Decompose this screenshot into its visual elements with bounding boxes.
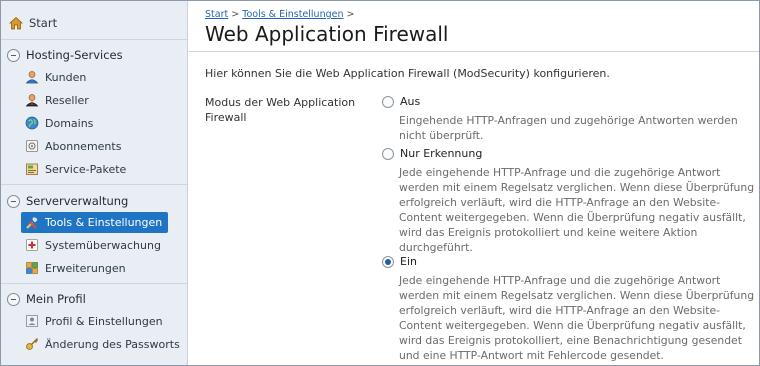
home-icon: [9, 16, 23, 30]
sidebar-item-profil-einstellungen[interactable]: Profil & Einstellungen: [25, 311, 163, 331]
sidebar-item-label: Reseller: [45, 93, 89, 107]
sidebar-item-domains[interactable]: Domains: [25, 113, 93, 133]
section-header-mein-profil[interactable]: Mein Profil: [7, 290, 86, 308]
radio-label: Ein: [400, 255, 417, 268]
tools-icon: [25, 216, 39, 230]
sidebar-item-label: Service-Pakete: [45, 162, 127, 176]
main-content: Start > Tools & Einstellungen > Web Appl…: [189, 1, 759, 365]
section-header-serververwaltung[interactable]: Serververwaltung: [7, 192, 128, 210]
sidebar-item-label: Änderung des Passworts: [45, 337, 180, 351]
monitoring-icon: [25, 238, 39, 252]
radio-option-ein[interactable]: Ein: [382, 255, 417, 268]
sidebar-item-kunden[interactable]: Kunden: [25, 67, 86, 87]
sidebar-item-start[interactable]: Start: [9, 13, 57, 33]
radio-option-nur-erkennung[interactable]: Nur Erkennung: [382, 147, 482, 160]
breadcrumb-tools-link[interactable]: Tools & Einstellungen: [242, 9, 343, 20]
sidebar-divider: [1, 283, 187, 284]
sidebar: Start Hosting-Services Kunden Reseller D…: [1, 1, 188, 365]
option-description-nur-erkennung: Jede eingehende HTTP-Anfrage und die zug…: [399, 166, 755, 254]
radio-button-ein[interactable]: [382, 255, 394, 268]
section-title: Serververwaltung: [26, 194, 129, 208]
sidebar-item-label: Abonnements: [45, 139, 122, 153]
section-header-hosting-services[interactable]: Hosting-Services: [7, 46, 123, 64]
breadcrumb-separator: >: [346, 9, 355, 20]
section-title: Hosting-Services: [26, 48, 123, 62]
profile-icon: [25, 314, 39, 328]
breadcrumb-start-link[interactable]: Start: [205, 9, 228, 20]
package-icon: [25, 162, 39, 176]
breadcrumb: Start > Tools & Einstellungen >: [205, 9, 355, 20]
app-frame: Start Hosting-Services Kunden Reseller D…: [0, 0, 760, 366]
section-title: Mein Profil: [26, 292, 86, 306]
user-icon: [25, 70, 39, 84]
sidebar-item-reseller[interactable]: Reseller: [25, 90, 89, 110]
collapse-icon: [7, 194, 20, 208]
page-title: Web Application Firewall: [205, 22, 449, 46]
sidebar-item-passwort[interactable]: Änderung des Passworts: [25, 334, 180, 354]
waf-mode-label: Modus der Web Application Firewall: [205, 96, 356, 124]
sidebar-item-label: Domains: [45, 116, 94, 130]
radio-option-aus[interactable]: Aus: [382, 95, 420, 108]
radio-label: Aus: [400, 95, 421, 108]
sidebar-item-label: Profil & Einstellungen: [45, 314, 163, 328]
collapse-icon: [7, 292, 20, 306]
radio-button-nur-erkennung[interactable]: [382, 147, 394, 160]
sidebar-item-label: Tools & Einstellungen: [45, 216, 163, 229]
sidebar-item-abonnements[interactable]: Abonnements: [25, 136, 121, 156]
radio-button-aus[interactable]: [382, 95, 394, 108]
option-description-ein: Jede eingehende HTTP-Anfrage und die zug…: [399, 274, 755, 362]
option-description-aus: Eingehende HTTP-Anfragen und zugehörige …: [399, 114, 738, 142]
radio-label: Nur Erkennung: [400, 147, 483, 160]
extensions-icon: [25, 261, 39, 275]
sidebar-item-erweiterungen[interactable]: Erweiterungen: [25, 258, 126, 278]
sidebar-divider: [1, 184, 187, 185]
sidebar-item-label: Kunden: [45, 70, 87, 84]
sidebar-item-systemueberwachung[interactable]: Systemüberwachung: [25, 235, 161, 255]
sidebar-item-label: Systemüberwachung: [45, 238, 161, 252]
collapse-icon: [7, 48, 20, 62]
sidebar-item-service-pakete[interactable]: Service-Pakete: [25, 159, 126, 179]
breadcrumb-separator: >: [231, 9, 240, 20]
sidebar-item-label: Erweiterungen: [45, 261, 126, 275]
key-icon: [25, 337, 39, 351]
globe-icon: [25, 116, 39, 130]
subscription-icon: [25, 139, 39, 153]
sidebar-item-tools-einstellungen[interactable]: Tools & Einstellungen: [21, 212, 169, 233]
title-divider: [189, 51, 759, 52]
reseller-icon: [25, 93, 39, 107]
sidebar-divider: [1, 39, 187, 40]
sidebar-item-label: Start: [29, 16, 58, 30]
page-intro: Hier können Sie die Web Application Fire…: [205, 67, 610, 80]
